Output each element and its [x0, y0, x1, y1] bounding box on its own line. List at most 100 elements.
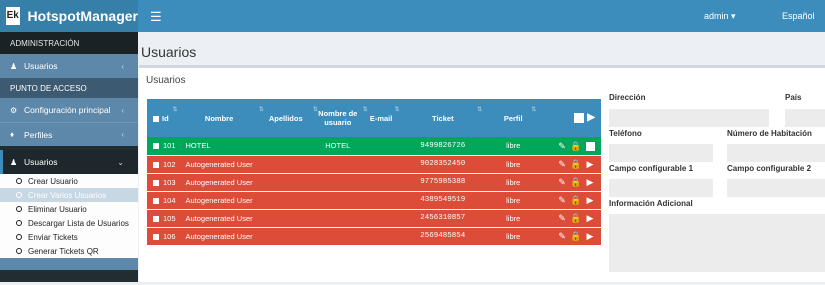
chevron-left-icon: ‹ — [121, 130, 124, 139]
profile-cell: libre — [506, 231, 521, 241]
circle-icon — [16, 234, 22, 240]
lock-icon[interactable]: 🔒 — [569, 193, 583, 207]
user-menu[interactable]: admin ▾ — [704, 11, 736, 22]
ticket-cell: 2456310857 — [420, 214, 466, 222]
sort-icon[interactable]: ⇅ — [363, 106, 368, 115]
language-selector[interactable]: Español — [782, 11, 815, 21]
sort-icon[interactable]: ⇅ — [172, 106, 177, 115]
table-row[interactable]: 104 Autogenerated User 4389549519 libre ✎ 🔒 ▶ — [147, 191, 601, 209]
edit-icon[interactable]: ✎ — [555, 157, 569, 171]
row-checkbox[interactable] — [153, 143, 159, 150]
main-content: Usuarios Usuarios Id ⇅ Nombre ⇅ Apellidos … — [138, 32, 825, 282]
lock-icon[interactable]: 🔒 — [569, 211, 583, 225]
select-all-checkbox[interactable] — [574, 113, 585, 123]
profile-cell: libre — [506, 213, 521, 223]
header-perfil[interactable]: Perfil ⇅ — [486, 99, 540, 137]
row-checkbox[interactable] — [153, 215, 159, 222]
row-checkbox[interactable] — [153, 179, 159, 186]
play-icon[interactable]: ▶ — [583, 193, 597, 207]
page-title: Usuarios — [141, 44, 197, 60]
play-icon[interactable]: ▶ — [587, 112, 595, 123]
sub-item-enviar[interactable]: Enviar Tickets — [0, 230, 138, 244]
play-icon[interactable]: ▶ — [583, 157, 597, 171]
name-cell: Autogenerated User — [185, 195, 253, 205]
stop-icon[interactable] — [583, 139, 597, 153]
header-email[interactable]: ⇅ E-mail ⇅ — [363, 99, 400, 137]
table-row[interactable]: 105 Autogenerated User 2456310857 libre ✎ 🔒 ▶ — [147, 209, 601, 227]
edit-icon[interactable]: ✎ — [555, 211, 569, 225]
user-details-form: Dirección País Teléfono Número de Habita… — [609, 68, 825, 285]
table-row[interactable]: 103 Autogenerated User 9775985388 libre ✎ 🔒 ▶ — [147, 173, 601, 191]
row-checkbox[interactable] — [153, 233, 159, 240]
info-field[interactable] — [609, 214, 825, 272]
checkbox[interactable] — [153, 115, 159, 122]
campo1-field[interactable] — [609, 179, 713, 197]
header-username[interactable]: ⇅ Nombre de usuario — [313, 99, 363, 137]
habitacion-field[interactable] — [727, 144, 825, 162]
campo2-field[interactable] — [727, 179, 825, 197]
header-apellidos[interactable]: ⇅ Apellidos — [259, 99, 313, 137]
play-icon[interactable]: ▶ — [583, 211, 597, 225]
label-campo1: Campo configurable 1 — [609, 164, 694, 173]
sort-icon[interactable]: ⇅ — [531, 106, 536, 115]
users-icon: ♟ — [10, 61, 18, 71]
sidebar-item-usuarios-admin[interactable]: ♟ Usuarios ‹ — [0, 54, 138, 78]
email-cell — [363, 227, 400, 245]
header-ticket[interactable]: Ticket ⇅ — [399, 99, 486, 137]
username-cell: HOTEL — [325, 141, 351, 151]
sub-item-generar-qr[interactable]: Generar Tickets QR — [0, 244, 138, 258]
edit-icon[interactable]: ✎ — [555, 175, 569, 189]
circle-icon — [16, 248, 22, 254]
chevron-left-icon: ‹ — [121, 61, 124, 71]
pais-field[interactable] — [785, 109, 825, 127]
table-row[interactable]: 106 Autogenerated User 2569485854 libre ✎ 🔒 ▶ — [147, 227, 601, 245]
sidebar-item-usuarios[interactable]: ♟ Usuarios ⌄ — [0, 150, 138, 174]
edit-icon[interactable]: ✎ — [555, 139, 569, 153]
surname-cell — [259, 173, 313, 191]
hamburger-icon[interactable]: ☰ — [150, 9, 162, 25]
id-cell: 105 — [147, 209, 179, 227]
row-checkbox[interactable] — [153, 197, 159, 204]
logo[interactable]: Ek HotspotManager — [0, 0, 138, 32]
telefono-field[interactable] — [609, 144, 713, 162]
sort-icon[interactable]: ⇅ — [477, 106, 482, 115]
top-navbar: Ek HotspotManager ☰ admin ▾ Español — [0, 0, 825, 32]
play-icon[interactable]: ▶ — [583, 175, 597, 189]
sidebar-item-perfiles[interactable]: ♦ Perfiles ‹ — [0, 122, 138, 146]
edit-icon[interactable]: ✎ — [555, 193, 569, 207]
circle-icon — [16, 192, 22, 198]
row-checkbox[interactable] — [153, 161, 159, 168]
edit-icon[interactable]: ✎ — [555, 229, 569, 243]
users-table: Id ⇅ Nombre ⇅ Apellidos ⇅ Nombre de usuario… — [147, 99, 601, 245]
header-select-id[interactable]: Id ⇅ — [147, 99, 179, 137]
actions-cell: ✎ 🔒 — [540, 137, 601, 155]
sub-item-descargar[interactable]: Descargar Lista de Usuarios — [0, 216, 138, 230]
table-header-row: Id ⇅ Nombre ⇅ Apellidos ⇅ Nombre de usuario… — [147, 99, 601, 137]
sidebar-item-config[interactable]: ⚙ Configuración principal ‹ — [0, 98, 138, 122]
ticket-cell: 9028352450 — [420, 160, 466, 168]
sidebar-item-cut[interactable] — [0, 258, 138, 270]
table-row[interactable]: 102 Autogenerated User 9028352450 libre ✎ 🔒 ▶ — [147, 155, 601, 173]
actions-cell: ✎ 🔒 ▶ — [540, 209, 601, 227]
lock-icon[interactable]: 🔒 — [569, 229, 583, 243]
lock-icon[interactable]: 🔒 — [569, 157, 583, 171]
id-cell: 103 — [147, 173, 179, 191]
name-cell: Autogenerated User — [185, 177, 253, 187]
sub-item-crear-usuario[interactable]: Crear Usuario — [0, 174, 138, 188]
lock-icon[interactable]: 🔒 — [569, 139, 583, 153]
table-row[interactable]: 101 HOTEL HOTEL 9499826726 libre ✎ 🔒 — [147, 137, 601, 155]
label-campo2: Campo configurable 2 — [727, 164, 812, 173]
direccion-field[interactable] — [609, 109, 769, 127]
name-cell: Autogenerated User — [185, 231, 253, 241]
sort-icon[interactable]: ⇅ — [313, 106, 318, 115]
sort-icon[interactable]: ⇅ — [259, 106, 264, 115]
lock-icon[interactable]: 🔒 — [569, 175, 583, 189]
header-nombre[interactable]: Nombre — [179, 99, 258, 137]
chevron-down-icon: ⌄ — [117, 157, 124, 167]
cogs-icon: ⚙ — [10, 105, 18, 115]
id-cell: 106 — [147, 227, 179, 245]
sub-item-crear-varios[interactable]: Crear Varios Usuarios — [0, 188, 138, 202]
sub-item-eliminar[interactable]: Eliminar Usuario — [0, 202, 138, 216]
logo-mark: Ek — [6, 7, 20, 25]
play-icon[interactable]: ▶ — [583, 229, 597, 243]
